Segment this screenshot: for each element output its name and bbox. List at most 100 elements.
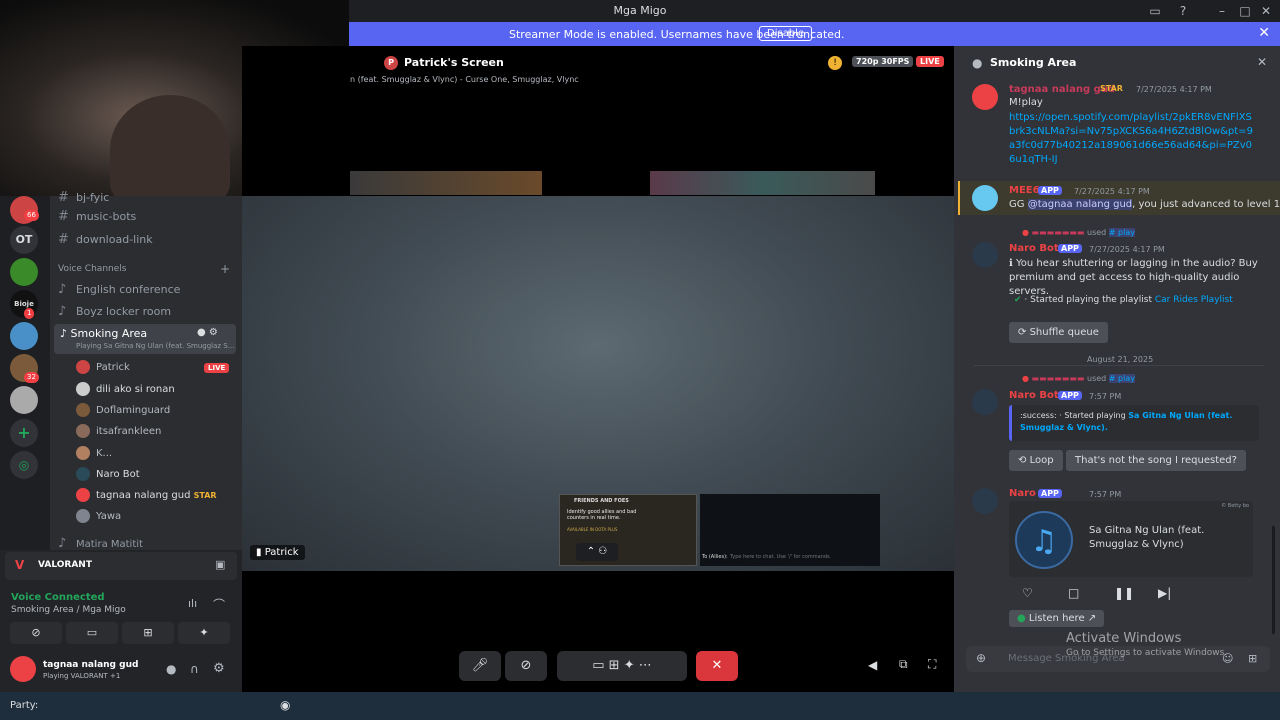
channel-actions-icons[interactable]: ● ⚙ <box>197 327 218 338</box>
activity-expand-icon[interactable]: ▣ <box>215 558 225 571</box>
embed-text: ✔ · Started playing the playlist Car Rid… <box>1014 295 1233 305</box>
stream-subtitle: n (feat. Smugglaz & Vlync) - Curse One, … <box>350 75 579 84</box>
pause-icon[interactable]: ❚❚ <box>1114 586 1134 600</box>
member-5[interactable]: K... <box>76 444 236 464</box>
date-divider <box>974 365 1264 366</box>
message-author[interactable]: Naro Bot <box>1009 390 1059 401</box>
add-attachment-icon[interactable]: ⊕ <box>976 651 986 665</box>
mic-toggle-button[interactable]: 🎤︎ <box>459 651 501 681</box>
active-voice-channel[interactable]: ♪ Smoking Area ● ⚙ Playing Sa Gitna Ng U… <box>54 324 236 354</box>
warning-icon[interactable]: ! <box>828 56 842 70</box>
close-window-button[interactable]: ✕ <box>1258 3 1274 19</box>
loop-button[interactable]: ⟲ Loop <box>1009 450 1063 471</box>
activities-button[interactable]: ⊞ <box>122 622 174 644</box>
gift-icon[interactable]: ⊞ <box>1248 652 1257 665</box>
channel-text-1[interactable]: # bj-fyic <box>58 188 238 208</box>
avatar <box>76 509 90 523</box>
avatar <box>76 424 90 438</box>
reply-context[interactable]: ● ▬▬▬▬▬▬▬ used # play <box>1022 374 1135 383</box>
disconnect-button[interactable]: ✕ <box>696 651 738 681</box>
stream-video[interactable]: FRIENDS AND FOES Identify good allies an… <box>242 196 954 571</box>
avatar[interactable] <box>972 488 998 514</box>
minimize-button[interactable]: – <box>1214 3 1230 19</box>
avatar[interactable] <box>972 389 998 415</box>
server-badge-1: 66 <box>24 210 39 221</box>
voice-connected-status[interactable]: Voice Connected <box>11 592 105 603</box>
app-tag: APP <box>1038 489 1062 498</box>
close-banner-icon[interactable]: ✕ <box>1258 25 1270 41</box>
headphones-icon[interactable]: ∩ <box>190 662 199 676</box>
listen-here-button[interactable]: ● Listen here ↗ <box>1009 610 1105 627</box>
like-icon[interactable]: ♡ <box>1022 586 1033 600</box>
wrong-song-button[interactable]: That's not the song I requested? <box>1066 450 1246 471</box>
app-tag: APP <box>1038 186 1062 195</box>
tooltip-text: Identify good allies and bad counters in… <box>567 509 637 521</box>
voice-channel-boyz[interactable]: ♪ Boyz locker room <box>58 302 238 322</box>
speaker-icon: ♪ <box>58 282 67 297</box>
member-4[interactable]: itsafrankleen <box>76 422 236 442</box>
camera-toggle-button-stage[interactable]: ⊘ <box>505 651 547 681</box>
spotify-link[interactable]: https://open.spotify.com/playlist/2pkER8… <box>1009 111 1253 167</box>
member-2[interactable]: dili ako si ronan <box>76 380 236 400</box>
help-icon[interactable]: ? <box>1175 3 1191 19</box>
message-text: M!play <box>1009 97 1043 108</box>
mic-icon[interactable]: ● <box>166 662 176 676</box>
server-icon-3[interactable] <box>10 258 38 286</box>
activity-card[interactable]: V VALORANT ▣ <box>5 552 237 580</box>
username[interactable]: tagnaa nalang gud <box>43 660 138 670</box>
noise-suppression-icon[interactable]: ılı <box>188 597 197 610</box>
chat-scrollbar[interactable] <box>1272 526 1275 634</box>
message-text: GG @tagnaa nalang gud, you just advanced… <box>1009 199 1280 210</box>
skip-icon[interactable]: ▶| <box>1158 586 1171 600</box>
tooltip-heading: FRIENDS AND FOES <box>574 498 629 504</box>
avatar <box>76 446 90 460</box>
avatar[interactable] <box>972 242 998 268</box>
stage-actions-group[interactable]: ▭ ⊞ ✦ ⋯ <box>557 651 687 681</box>
disable-streamer-mode-button[interactable]: Disable <box>759 26 813 41</box>
message-author[interactable]: MEE6 <box>1009 185 1040 196</box>
voice-location[interactable]: Smoking Area / Mga Migo <box>11 605 126 615</box>
volume-icon[interactable]: ◀ <box>868 658 877 672</box>
fullscreen-icon[interactable]: ⛶ <box>928 657 936 672</box>
settings-gear-icon[interactable]: ⚙ <box>213 661 225 676</box>
user-avatar[interactable] <box>10 656 36 682</box>
chat-panel: ● Smoking Area ✕ tagnaa nalang gud STAR … <box>954 46 1280 692</box>
maximize-button[interactable]: □ <box>1237 3 1253 19</box>
server-icon-7[interactable] <box>10 386 38 414</box>
game-hud-right <box>650 171 875 195</box>
stream-popout-controls[interactable]: ⌃ ⚇ <box>576 543 618 561</box>
add-server-icon[interactable]: + <box>10 419 38 447</box>
server-icon-5[interactable] <box>10 322 38 350</box>
screen-share-button[interactable]: ▭ <box>66 622 118 644</box>
inbox-icon[interactable]: ▭ <box>1147 3 1163 19</box>
close-chat-icon[interactable]: ✕ <box>1257 55 1267 69</box>
soundboard-button[interactable]: ✦ <box>178 622 230 644</box>
stop-icon[interactable]: □ <box>1068 586 1079 600</box>
reply-context[interactable]: ● ▬▬▬▬▬▬▬ used # play <box>1022 228 1135 237</box>
message-author[interactable]: Naro Bot <box>1009 243 1059 254</box>
embed-text: :success: · Started playing Sa Gitna Ng … <box>1020 411 1233 432</box>
chat-bubble-icon: ● <box>972 56 983 70</box>
voice-channel-english[interactable]: ♪ English conference <box>58 280 238 300</box>
voice-channels-header[interactable]: Voice Channels <box>58 264 126 274</box>
disconnect-icon[interactable]: ⌒ <box>213 596 225 613</box>
avatar[interactable] <box>972 84 998 110</box>
server-icon-ot[interactable]: OT <box>10 226 38 254</box>
popout-icon[interactable]: ⧉ <box>899 657 908 672</box>
app-tag: APP <box>1058 244 1082 253</box>
activity-game: VALORANT <box>38 560 92 570</box>
embed-box: :success: · Started playing Sa Gitna Ng … <box>1009 405 1259 441</box>
member-self[interactable]: tagnaa nalang gud STAR <box>76 486 236 506</box>
add-channel-icon[interactable]: + <box>220 262 230 276</box>
avatar[interactable] <box>972 185 998 211</box>
party-icon[interactable]: ◉ <box>280 698 290 712</box>
avatar <box>76 488 90 502</box>
member-yawa[interactable]: Yawa <box>76 507 236 527</box>
channel-music-bots[interactable]: # music-bots <box>58 207 238 227</box>
member-naro-bot[interactable]: Naro Bot <box>76 465 236 485</box>
shuffle-queue-button[interactable]: ⟳ Shuffle queue <box>1009 322 1108 343</box>
discover-icon[interactable]: ◎ <box>10 451 38 479</box>
camera-toggle-button[interactable]: ⊘ <box>10 622 62 644</box>
channel-download-link[interactable]: # download-link <box>58 230 238 250</box>
member-3[interactable]: Doflaminguard <box>76 401 236 421</box>
